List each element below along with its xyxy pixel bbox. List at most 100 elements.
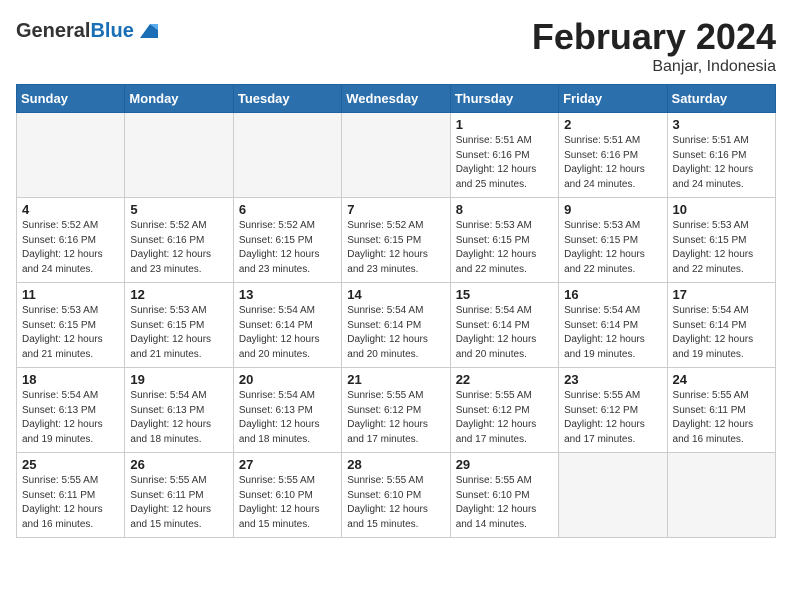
day-number: 3 [673,117,770,132]
week-row-5: 25 Sunrise: 5:55 AM Sunset: 6:11 PM Dayli… [17,453,776,538]
logo: GeneralBlue [16,20,158,42]
day-info: Sunrise: 5:53 AM Sunset: 6:15 PM Dayligh… [22,304,119,362]
calendar-cell: 29 Sunrise: 5:55 AM Sunset: 6:10 PM Dayli… [450,453,558,538]
day-info: Sunrise: 5:54 AM Sunset: 6:14 PM Dayligh… [347,304,444,362]
week-row-2: 4 Sunrise: 5:52 AM Sunset: 6:16 PM Daylig… [17,198,776,283]
day-number: 2 [564,117,661,132]
calendar-cell: 4 Sunrise: 5:52 AM Sunset: 6:16 PM Daylig… [17,198,125,283]
day-info: Sunrise: 5:54 AM Sunset: 6:14 PM Dayligh… [564,304,661,362]
calendar-cell: 11 Sunrise: 5:53 AM Sunset: 6:15 PM Dayli… [17,283,125,368]
day-info: Sunrise: 5:52 AM Sunset: 6:15 PM Dayligh… [347,219,444,277]
calendar-cell: 20 Sunrise: 5:54 AM Sunset: 6:13 PM Dayli… [233,368,341,453]
day-number: 21 [347,372,444,387]
day-number: 29 [456,457,553,472]
calendar-cell: 24Sunrise: 5:55 AM Sunset: 6:11 PM Dayli… [667,368,775,453]
day-number: 25 [22,457,119,472]
logo-general-text: General [16,20,90,42]
week-row-4: 18 Sunrise: 5:54 AM Sunset: 6:13 PM Dayli… [17,368,776,453]
calendar-cell [17,113,125,198]
day-number: 18 [22,372,119,387]
day-info: Sunrise: 5:55 AM Sunset: 6:12 PM Dayligh… [456,389,553,447]
day-number: 14 [347,287,444,302]
day-info: Sunrise: 5:55 AM Sunset: 6:11 PM Dayligh… [22,474,119,532]
day-number: 28 [347,457,444,472]
day-info: Sunrise: 5:55 AM Sunset: 6:11 PM Dayligh… [130,474,227,532]
day-info: Sunrise: 5:55 AM Sunset: 6:10 PM Dayligh… [347,474,444,532]
day-number: 5 [130,202,227,217]
calendar-cell [125,113,233,198]
day-info: Sunrise: 5:54 AM Sunset: 6:14 PM Dayligh… [239,304,336,362]
day-info: Sunrise: 5:53 AM Sunset: 6:15 PM Dayligh… [673,219,770,277]
day-number: 15 [456,287,553,302]
day-number: 19 [130,372,227,387]
day-number: 6 [239,202,336,217]
day-number: 11 [22,287,119,302]
subtitle: Banjar, Indonesia [532,58,776,76]
calendar-cell: 6 Sunrise: 5:52 AM Sunset: 6:15 PM Daylig… [233,198,341,283]
day-info: Sunrise: 5:55 AM Sunset: 6:12 PM Dayligh… [564,389,661,447]
day-number: 13 [239,287,336,302]
logo-blue-text: Blue [90,20,133,42]
day-number: 16 [564,287,661,302]
day-info: Sunrise: 5:51 AM Sunset: 6:16 PM Dayligh… [456,134,553,192]
calendar-cell: 8 Sunrise: 5:53 AM Sunset: 6:15 PM Daylig… [450,198,558,283]
calendar-cell [667,453,775,538]
col-header-friday: Friday [559,85,667,113]
day-info: Sunrise: 5:53 AM Sunset: 6:15 PM Dayligh… [130,304,227,362]
day-info: Sunrise: 5:54 AM Sunset: 6:13 PM Dayligh… [130,389,227,447]
col-header-tuesday: Tuesday [233,85,341,113]
calendar-cell: 13 Sunrise: 5:54 AM Sunset: 6:14 PM Dayli… [233,283,341,368]
day-info: Sunrise: 5:54 AM Sunset: 6:13 PM Dayligh… [239,389,336,447]
main-title: February 2024 [532,16,776,58]
calendar-cell: 19 Sunrise: 5:54 AM Sunset: 6:13 PM Dayli… [125,368,233,453]
calendar-cell [233,113,341,198]
col-header-wednesday: Wednesday [342,85,450,113]
calendar-cell: 9Sunrise: 5:53 AM Sunset: 6:15 PM Daylig… [559,198,667,283]
logo-icon [136,20,158,42]
day-info: Sunrise: 5:55 AM Sunset: 6:12 PM Dayligh… [347,389,444,447]
calendar-cell: 1Sunrise: 5:51 AM Sunset: 6:16 PM Daylig… [450,113,558,198]
calendar-cell: 23 Sunrise: 5:55 AM Sunset: 6:12 PM Dayli… [559,368,667,453]
day-number: 26 [130,457,227,472]
calendar-cell: 7 Sunrise: 5:52 AM Sunset: 6:15 PM Daylig… [342,198,450,283]
day-number: 17 [673,287,770,302]
day-info: Sunrise: 5:51 AM Sunset: 6:16 PM Dayligh… [673,134,770,192]
calendar-cell: 22Sunrise: 5:55 AM Sunset: 6:12 PM Dayli… [450,368,558,453]
calendar-cell: 27Sunrise: 5:55 AM Sunset: 6:10 PM Dayli… [233,453,341,538]
page-header: GeneralBlue February 2024 Banjar, Indone… [16,16,776,76]
calendar-cell: 12 Sunrise: 5:53 AM Sunset: 6:15 PM Dayli… [125,283,233,368]
day-number: 10 [673,202,770,217]
calendar-table: SundayMondayTuesdayWednesdayThursdayFrid… [16,84,776,538]
calendar-cell: 10 Sunrise: 5:53 AM Sunset: 6:15 PM Dayli… [667,198,775,283]
day-info: Sunrise: 5:51 AM Sunset: 6:16 PM Dayligh… [564,134,661,192]
day-number: 8 [456,202,553,217]
col-header-sunday: Sunday [17,85,125,113]
day-info: Sunrise: 5:52 AM Sunset: 6:15 PM Dayligh… [239,219,336,277]
day-info: Sunrise: 5:52 AM Sunset: 6:16 PM Dayligh… [130,219,227,277]
day-number: 23 [564,372,661,387]
calendar-cell: 5 Sunrise: 5:52 AM Sunset: 6:16 PM Daylig… [125,198,233,283]
day-info: Sunrise: 5:53 AM Sunset: 6:15 PM Dayligh… [456,219,553,277]
day-number: 9 [564,202,661,217]
col-header-thursday: Thursday [450,85,558,113]
calendar-cell: 17 Sunrise: 5:54 AM Sunset: 6:14 PM Dayli… [667,283,775,368]
day-info: Sunrise: 5:55 AM Sunset: 6:10 PM Dayligh… [239,474,336,532]
day-info: Sunrise: 5:55 AM Sunset: 6:11 PM Dayligh… [673,389,770,447]
calendar-cell: 14 Sunrise: 5:54 AM Sunset: 6:14 PM Dayli… [342,283,450,368]
week-row-3: 11 Sunrise: 5:53 AM Sunset: 6:15 PM Dayli… [17,283,776,368]
day-info: Sunrise: 5:54 AM Sunset: 6:14 PM Dayligh… [673,304,770,362]
calendar-header-row: SundayMondayTuesdayWednesdayThursdayFrid… [17,85,776,113]
day-info: Sunrise: 5:52 AM Sunset: 6:16 PM Dayligh… [22,219,119,277]
calendar-cell: 26 Sunrise: 5:55 AM Sunset: 6:11 PM Dayli… [125,453,233,538]
calendar-cell: 15Sunrise: 5:54 AM Sunset: 6:14 PM Dayli… [450,283,558,368]
day-number: 12 [130,287,227,302]
calendar-cell: 28 Sunrise: 5:55 AM Sunset: 6:10 PM Dayli… [342,453,450,538]
calendar-cell: 21 Sunrise: 5:55 AM Sunset: 6:12 PM Dayli… [342,368,450,453]
col-header-saturday: Saturday [667,85,775,113]
col-header-monday: Monday [125,85,233,113]
calendar-cell: 2 Sunrise: 5:51 AM Sunset: 6:16 PM Daylig… [559,113,667,198]
day-info: Sunrise: 5:55 AM Sunset: 6:10 PM Dayligh… [456,474,553,532]
day-number: 7 [347,202,444,217]
day-number: 4 [22,202,119,217]
day-number: 20 [239,372,336,387]
